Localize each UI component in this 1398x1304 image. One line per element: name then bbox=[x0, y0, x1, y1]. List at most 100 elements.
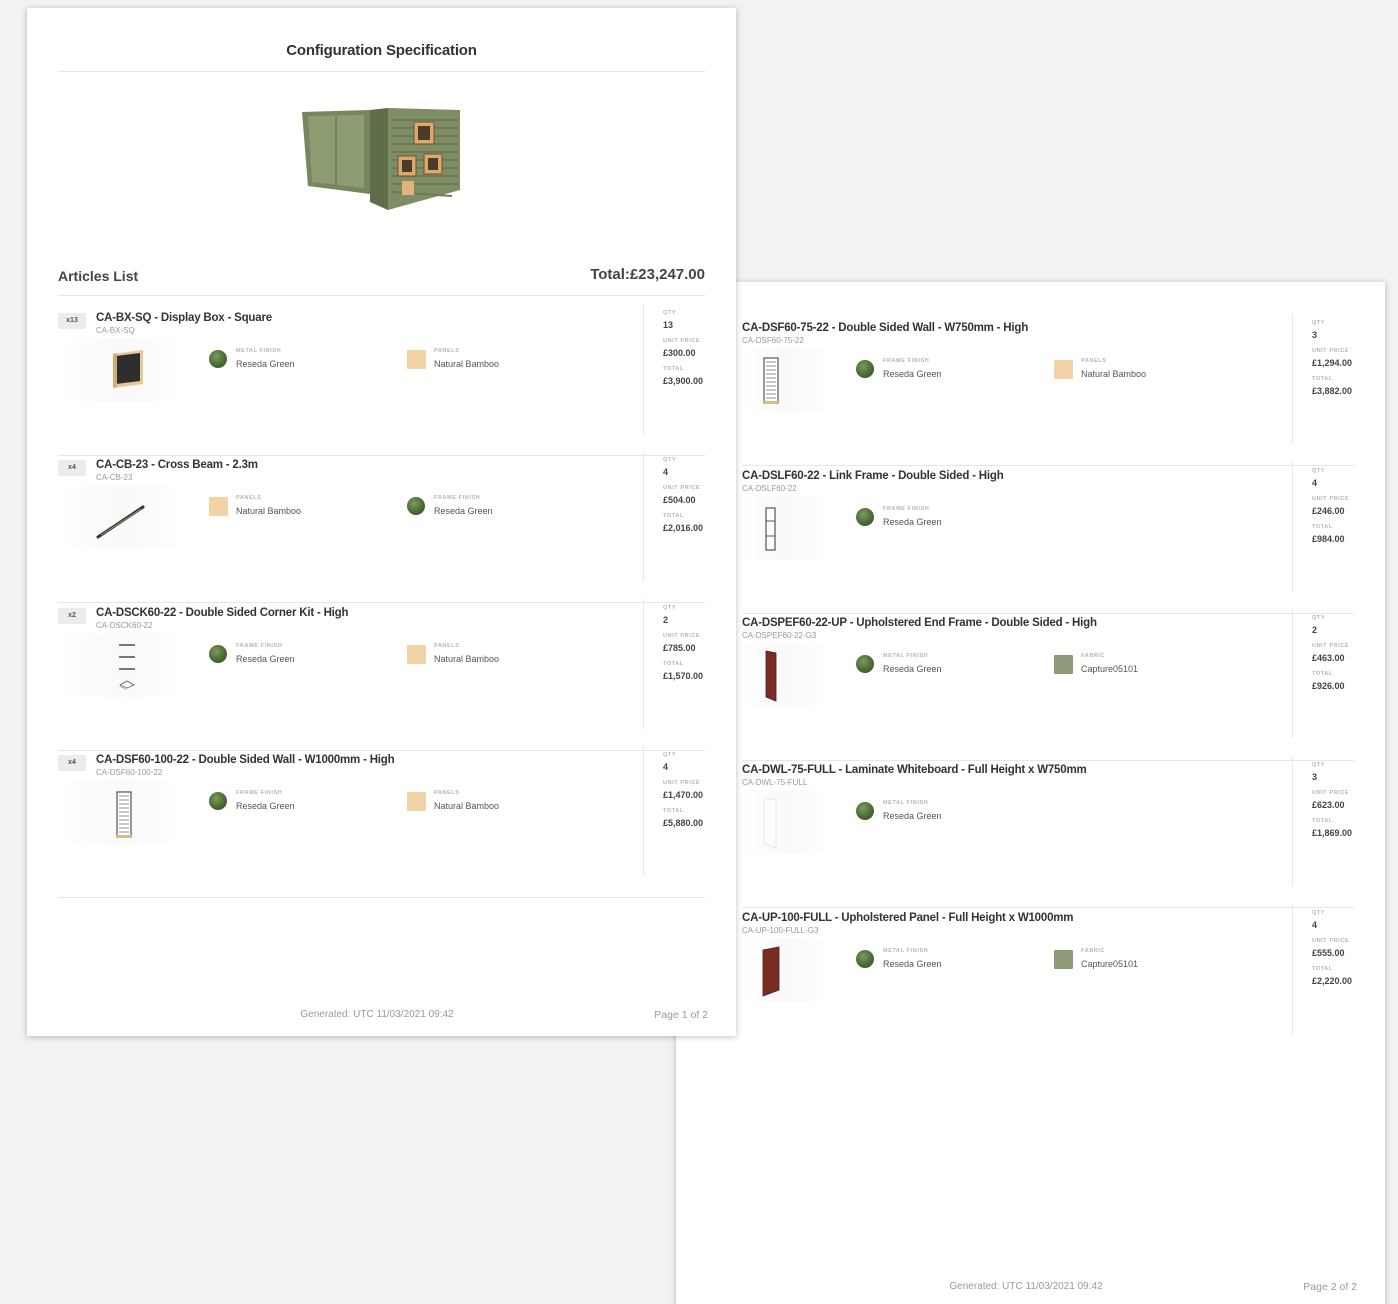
document-title: Configuration Specification bbox=[286, 42, 477, 59]
total-label: TOTAL bbox=[663, 661, 684, 667]
price-column: QTY 4 UNIT PRICE £1,470.00 TOTAL £5,880.… bbox=[643, 746, 705, 876]
swatch bbox=[856, 802, 874, 820]
swatch bbox=[407, 792, 426, 811]
attribute-label: PANELS bbox=[1081, 358, 1107, 364]
article-name: CA-DSF60-75-22 - Double Sided Wall - W75… bbox=[742, 322, 1029, 334]
furniture-render-icon bbox=[302, 108, 460, 210]
total-value: £1,869.00 bbox=[1312, 828, 1353, 838]
price-column: QTY 2 UNIT PRICE £463.00 TOTAL £926.00 bbox=[1292, 609, 1354, 739]
article-row: CA-UP-100-FULL - Upholstered Panel - Ful… bbox=[742, 904, 1354, 1056]
price-column: QTY 3 UNIT PRICE £623.00 TOTAL £1,869.00 bbox=[1292, 756, 1354, 886]
article-thumbnail bbox=[63, 338, 183, 402]
total-label: TOTAL bbox=[663, 513, 684, 519]
unit-price-label: UNIT PRICE bbox=[1312, 496, 1350, 502]
article-name: CA-DSLF60-22 - Link Frame - Double Sided… bbox=[742, 470, 1004, 482]
unit-price-label: UNIT PRICE bbox=[1312, 938, 1350, 944]
qty-value: 13 bbox=[663, 320, 674, 330]
qty-label: QTY bbox=[663, 457, 677, 463]
qty-label: QTY bbox=[1312, 468, 1326, 474]
attribute-label: METAL FINISH bbox=[883, 948, 929, 954]
total-label: TOTAL bbox=[663, 808, 684, 814]
article-code: CA-DSLF60-22 bbox=[742, 484, 797, 493]
unit-price-value: £1,470.00 bbox=[663, 790, 704, 800]
attribute-value: Reseda Green bbox=[434, 506, 493, 516]
unit-price-label: UNIT PRICE bbox=[663, 485, 701, 491]
article-row: CA-DSLF60-22 - Link Frame - Double Sided… bbox=[742, 462, 1354, 614]
article-name: CA-DWL-75-FULL - Laminate Whiteboard - F… bbox=[742, 764, 1087, 776]
total-label: TOTAL bbox=[663, 366, 684, 372]
price-column: QTY 13 UNIT PRICE £300.00 TOTAL £3,900.0… bbox=[643, 304, 705, 434]
attribute-label: FRAME FINISH bbox=[883, 358, 930, 364]
attribute-label: FRAME FINISH bbox=[883, 506, 930, 512]
qty-label: QTY bbox=[1312, 910, 1326, 916]
article-code: CA-BX-SQ bbox=[96, 326, 135, 335]
attribute-value: Natural Bamboo bbox=[236, 506, 302, 516]
attribute-value: Natural Bamboo bbox=[434, 801, 500, 811]
attribute-value: Reseda Green bbox=[883, 811, 942, 821]
page-number: Page 1 of 2 bbox=[654, 1009, 708, 1021]
article-name: CA-DSPEF60-22-UP - Upholstered End Frame… bbox=[742, 617, 1097, 629]
qty-value: 4 bbox=[663, 762, 669, 772]
cross-beam-icon bbox=[96, 505, 145, 539]
total-label: TOTAL bbox=[1312, 671, 1333, 677]
quantity-badge: x2 bbox=[58, 608, 86, 624]
slatted-wall-icon bbox=[763, 357, 779, 404]
swatch bbox=[1054, 950, 1073, 969]
attribute-value: Capture05101 bbox=[1081, 664, 1139, 674]
qty-label: QTY bbox=[1312, 320, 1326, 326]
article-row: CA-DWL-75-FULL - Laminate Whiteboard - F… bbox=[742, 756, 1354, 908]
price-column: QTY 4 UNIT PRICE £504.00 TOTAL £2,016.00 bbox=[643, 451, 705, 581]
total-value: £1,570.00 bbox=[663, 671, 704, 681]
article-thumbnail bbox=[63, 485, 183, 549]
price-column: QTY 4 UNIT PRICE £555.00 TOTAL £2,220.00 bbox=[1292, 904, 1354, 1034]
link-frame-icon bbox=[765, 507, 776, 551]
article-thumbnail bbox=[63, 780, 183, 844]
unit-price-value: £623.00 bbox=[1312, 800, 1345, 810]
total-value: £5,880.00 bbox=[663, 818, 704, 828]
attribute-label: FRAME FINISH bbox=[236, 643, 283, 649]
qty-label: QTY bbox=[663, 752, 677, 758]
attribute-label: FABRIC bbox=[1081, 653, 1106, 659]
article-row: x4 CA-DSF60-100-22 - Double Sided Wall -… bbox=[58, 746, 705, 898]
qty-label: QTY bbox=[1312, 615, 1326, 621]
swatch bbox=[856, 655, 874, 673]
total-label: TOTAL bbox=[1312, 524, 1333, 530]
articles-list-header: Articles List Total:£23,247.00 bbox=[58, 266, 705, 288]
attribute-label: FRAME FINISH bbox=[236, 790, 283, 796]
qty-value: 2 bbox=[1312, 625, 1318, 635]
article-code: CA-DSF60-100-22 bbox=[96, 768, 163, 777]
total-label: TOTAL bbox=[1312, 818, 1333, 824]
article-name: CA-DSCK60-22 - Double Sided Corner Kit -… bbox=[96, 607, 349, 619]
swatch bbox=[209, 497, 228, 516]
quantity-badge: x13 bbox=[58, 313, 86, 329]
qty-value: 4 bbox=[663, 467, 669, 477]
swatch bbox=[1054, 655, 1073, 674]
attribute-label: PANELS bbox=[434, 790, 460, 796]
generated-timestamp: Generated: UTC 11/03/2021 09:42 bbox=[949, 1281, 1103, 1292]
attribute-value: Natural Bamboo bbox=[1081, 369, 1147, 379]
article-code: CA-CB-23 bbox=[96, 473, 133, 482]
display-box-icon bbox=[113, 350, 143, 388]
qty-value: 4 bbox=[1312, 478, 1318, 488]
total-value: £3,900.00 bbox=[663, 376, 704, 386]
qty-label: QTY bbox=[663, 310, 677, 316]
upholstered-frame-icon bbox=[765, 650, 777, 702]
unit-price-value: £300.00 bbox=[663, 348, 696, 358]
upholstered-panel-icon bbox=[762, 946, 780, 997]
total-value: £3,882.00 bbox=[1312, 386, 1353, 396]
unit-price-value: £463.00 bbox=[1312, 653, 1345, 663]
total-value: £984.00 bbox=[1312, 534, 1345, 544]
swatch bbox=[856, 950, 874, 968]
qty-label: QTY bbox=[1312, 762, 1326, 768]
spec-page-1: Configuration Specification Articles Lis… bbox=[27, 8, 736, 1036]
article-thumbnail bbox=[63, 633, 183, 697]
attribute-value: Reseda Green bbox=[236, 654, 295, 664]
unit-price-label: UNIT PRICE bbox=[663, 780, 701, 786]
grand-total-label: Total: bbox=[590, 266, 630, 283]
attribute-label: PANELS bbox=[434, 348, 460, 354]
qty-value: 3 bbox=[1312, 772, 1318, 782]
spec-page-2: CA-DSF60-75-22 - Double Sided Wall - W75… bbox=[676, 282, 1385, 1304]
article-row: x13 CA-BX-SQ - Display Box - Square CA-B… bbox=[58, 304, 705, 456]
article-thumbnail bbox=[742, 938, 830, 1002]
grand-total: Total:£23,247.00 bbox=[590, 266, 705, 283]
